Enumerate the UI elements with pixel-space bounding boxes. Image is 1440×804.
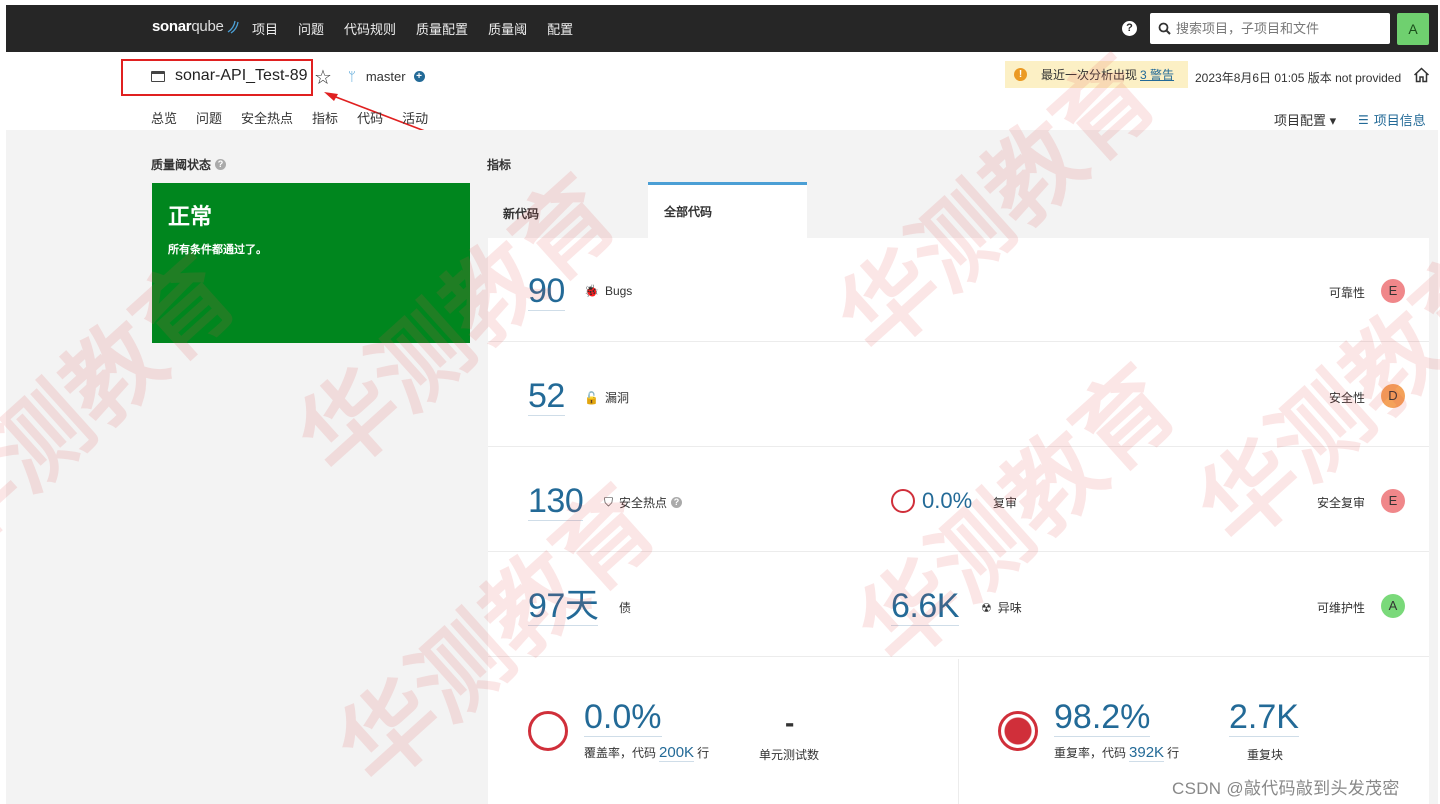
maintainability-row: 97天 债 6.6K ☢ 异味 可维护性 A bbox=[488, 553, 1429, 657]
version-text: 版本 not provided bbox=[1307, 71, 1402, 85]
search-input[interactable] bbox=[1176, 21, 1376, 36]
duplications-label: 重复率，代码 392K 行 bbox=[1054, 744, 1180, 762]
bugs-row: 90 🐞 Bugs 可靠性 E bbox=[488, 238, 1429, 342]
security-label: 安全性 bbox=[1328, 391, 1365, 405]
logo-text-rest: qube bbox=[191, 18, 224, 35]
review-ring-icon bbox=[891, 489, 915, 513]
bug-icon: 🐞 bbox=[584, 284, 599, 298]
home-icon[interactable] bbox=[1413, 67, 1430, 83]
logo-text-bold: sonar bbox=[152, 18, 192, 35]
csdn-watermark: CSDN @敲代码敲到头发茂密 bbox=[1172, 779, 1400, 798]
lock-icon: 🔓 bbox=[584, 390, 599, 405]
tab-new-code[interactable]: 新代码 bbox=[487, 183, 647, 238]
coverage-label: 覆盖率，代码 200K 行 bbox=[584, 744, 710, 762]
vulnerabilities-label: 🔓 漏洞 bbox=[584, 389, 629, 406]
debt-value[interactable]: 97天 bbox=[528, 587, 599, 626]
duplication-ring-icon bbox=[998, 711, 1038, 751]
hotspots-label: ⛉ 安全热点 ? bbox=[604, 494, 683, 511]
favorite-star-icon[interactable]: ☆ bbox=[314, 65, 332, 90]
warning-text: 最近一次分析出现 bbox=[1041, 68, 1138, 82]
search-icon bbox=[1158, 22, 1171, 35]
duplications-label-suffix: 行 bbox=[1167, 746, 1180, 760]
help-icon[interactable]: ? bbox=[671, 497, 683, 508]
duplications-value[interactable]: 98.2% bbox=[1054, 698, 1151, 737]
quality-gate-message: 所有条件都通过了。 bbox=[168, 244, 267, 256]
project-title[interactable]: sonar-API_Test-89 bbox=[151, 67, 308, 85]
reliability-rating[interactable]: E bbox=[1381, 279, 1405, 303]
metrics-panel: 90 🐞 Bugs 可靠性 E 52 🔓 漏洞 安全性 D 130 ⛉ 安全热点… bbox=[488, 238, 1429, 804]
help-icon[interactable]: ? bbox=[215, 159, 227, 170]
add-branch-icon[interactable]: + bbox=[413, 71, 425, 82]
maintainability-rating[interactable]: A bbox=[1381, 594, 1405, 618]
analysis-meta: 2023年8月6日 01:05 版本 not provided bbox=[1195, 69, 1401, 86]
hotspots-label-text: 安全热点 bbox=[619, 496, 668, 510]
review-label: 复审 bbox=[993, 496, 1018, 510]
project-name: sonar-API_Test-89 bbox=[175, 67, 308, 84]
bugs-value[interactable]: 90 bbox=[528, 272, 565, 311]
sonarqube-logo[interactable]: sonar qube bbox=[152, 18, 240, 35]
project-info-link[interactable]: ☰ 项目信息 bbox=[1358, 110, 1426, 129]
code-smells-label: ☢ 异味 bbox=[981, 599, 1022, 616]
branch-icon: ᛘ bbox=[348, 69, 356, 84]
shield-icon: ⛉ bbox=[604, 495, 614, 509]
nav-rules[interactable]: 代码规则 bbox=[344, 19, 396, 38]
vulnerabilities-row: 52 🔓 漏洞 安全性 D bbox=[488, 343, 1429, 447]
analysis-warning: ! 最近一次分析出现 3 警告 bbox=[1005, 61, 1188, 88]
coverage-value[interactable]: 0.0% bbox=[584, 698, 662, 737]
quality-gate-title: 质量阈状态 bbox=[151, 158, 212, 172]
coverage-lines-link[interactable]: 200K bbox=[659, 744, 695, 762]
quality-gate-status-panel: 正常 所有条件都通过了。 bbox=[152, 183, 470, 343]
analysis-date: 2023年8月6日 01:05 bbox=[1195, 71, 1305, 85]
project-settings-dropdown[interactable]: 项目配置 ▾ bbox=[1274, 110, 1336, 129]
warnings-link[interactable]: 3 警告 bbox=[1140, 66, 1174, 83]
branch-name: master bbox=[365, 69, 406, 84]
hotspots-row: 130 ⛉ 安全热点 ? 0.0% 复审 安全复审 E bbox=[488, 448, 1429, 552]
metrics-heading: 指标 bbox=[487, 158, 512, 172]
review-value[interactable]: 0.0% bbox=[922, 488, 972, 514]
warning-icon: ! bbox=[1014, 68, 1027, 81]
bugs-label: 🐞 Bugs bbox=[584, 284, 632, 298]
code-smells-label-text: 异味 bbox=[997, 601, 1022, 615]
radiation-icon: ☢ bbox=[981, 600, 992, 615]
security-review-rating[interactable]: E bbox=[1381, 489, 1405, 513]
top-navbar: sonarqube 项目 问题 代码规则 质量配置 质量阈 配置 ? A bbox=[6, 5, 1438, 52]
debt-label: 债 bbox=[619, 601, 632, 615]
quality-gate-status: 正常 bbox=[168, 204, 213, 229]
help-icon[interactable]: ? bbox=[1122, 21, 1137, 36]
nav-quality-gates[interactable]: 质量阈 bbox=[488, 19, 527, 38]
nav-quality-profiles[interactable]: 质量配置 bbox=[416, 19, 468, 38]
project-info-label: 项目信息 bbox=[1373, 113, 1426, 128]
reliability-label: 可靠性 bbox=[1328, 286, 1365, 300]
section-divider bbox=[958, 659, 959, 804]
user-avatar[interactable]: A bbox=[1397, 13, 1429, 45]
vulnerabilities-label-text: 漏洞 bbox=[604, 391, 629, 405]
nav-issues[interactable]: 问题 bbox=[298, 19, 324, 38]
nav-projects[interactable]: 项目 bbox=[252, 19, 278, 38]
unit-tests-value[interactable]: - bbox=[785, 704, 794, 742]
quality-gate-heading: 质量阈状态 ? bbox=[151, 156, 227, 173]
hotspots-value[interactable]: 130 bbox=[528, 482, 584, 521]
duplicated-blocks-label: 重复块 bbox=[1247, 748, 1284, 762]
coverage-ring-icon bbox=[528, 711, 568, 751]
project-icon bbox=[151, 70, 165, 82]
duplicated-blocks-value[interactable]: 2.7K bbox=[1229, 698, 1299, 737]
unit-tests-label: 单元测试数 bbox=[759, 748, 820, 762]
tab-overall-code[interactable]: 全部代码 bbox=[648, 182, 807, 239]
branch-selector[interactable]: ᛘ master + bbox=[348, 69, 425, 84]
coverage-label-suffix: 行 bbox=[697, 746, 710, 760]
main-nav: 项目 问题 代码规则 质量配置 质量阈 配置 bbox=[252, 5, 593, 52]
code-smells-value[interactable]: 6.6K bbox=[891, 587, 959, 626]
bugs-label-text: Bugs bbox=[604, 284, 633, 298]
maintainability-label: 可维护性 bbox=[1316, 601, 1365, 615]
duplications-label-prefix: 重复率，代码 bbox=[1054, 746, 1127, 760]
sonar-waves-icon bbox=[227, 20, 239, 34]
coverage-label-prefix: 覆盖率，代码 bbox=[584, 746, 657, 760]
list-icon: ☰ bbox=[1358, 112, 1369, 127]
search-box[interactable] bbox=[1150, 13, 1390, 44]
duplications-lines-link[interactable]: 392K bbox=[1129, 744, 1165, 762]
security-review-label: 安全复审 bbox=[1316, 496, 1365, 510]
security-rating[interactable]: D bbox=[1381, 384, 1405, 408]
nav-administration[interactable]: 配置 bbox=[547, 19, 573, 38]
vulnerabilities-value[interactable]: 52 bbox=[528, 377, 565, 416]
